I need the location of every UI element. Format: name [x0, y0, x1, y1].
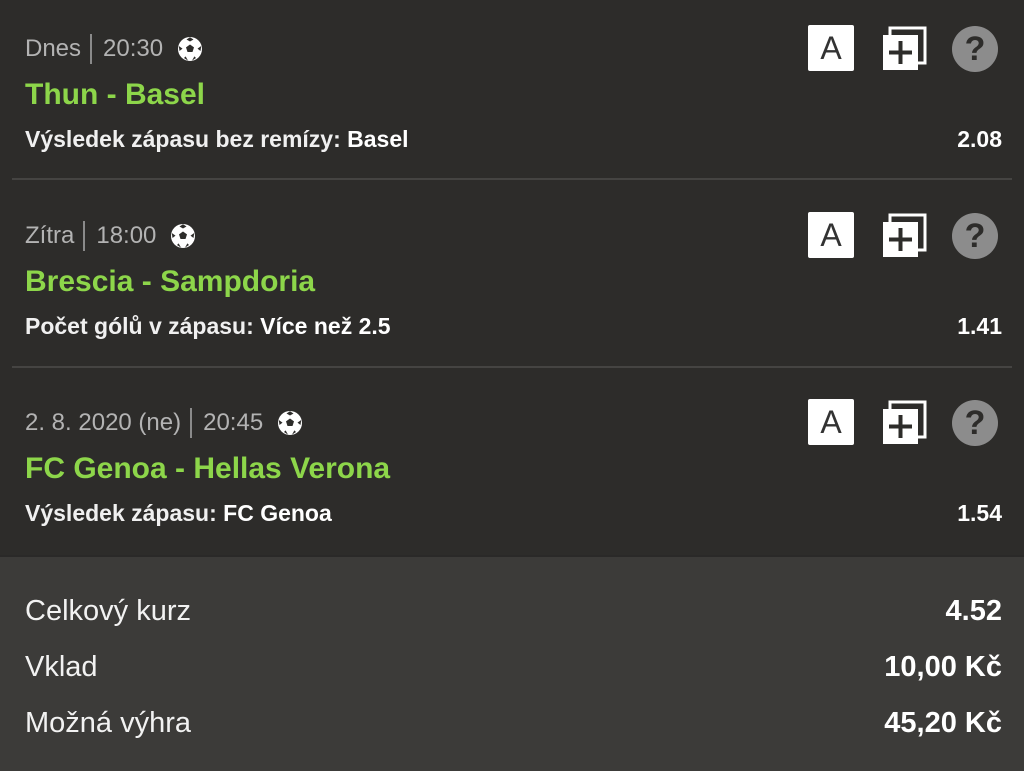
bet-market: Výsledek zápasu: FC Genoa [25, 500, 332, 527]
bet-actions: A ? [806, 399, 1002, 447]
bet-day: Dnes [25, 35, 82, 62]
bet-slip: Dnes 20:30 A ? Thun - Basel Výsledek záp… [0, 0, 1024, 771]
bet-time: 20:45 [203, 409, 264, 436]
help-icon[interactable]: ? [952, 26, 998, 72]
possible-win-label: Možná výhra [25, 707, 192, 739]
match-title[interactable]: FC Genoa - Hellas Verona [25, 452, 390, 486]
market-pick: FC Genoa [223, 500, 332, 526]
bet-item: Dnes 20:30 A ? Thun - Basel Výsledek záp… [0, 0, 1024, 187]
bet-odds: 1.54 [957, 500, 1002, 526]
soccer-ball-icon [278, 411, 303, 435]
a-icon-button[interactable]: A [808, 25, 854, 71]
a-icon-button[interactable]: A [808, 399, 854, 445]
market-label: Výsledek zápasu: [25, 500, 217, 526]
a-icon-button[interactable]: A [808, 212, 854, 258]
market-pick: Více než 2.5 [260, 313, 391, 339]
possible-win-value: 45,20 Kč [884, 707, 1002, 739]
bet-day: Zítra [25, 222, 75, 249]
divider [12, 178, 1012, 180]
divider [12, 366, 1012, 368]
soccer-ball-icon [178, 37, 203, 61]
market-pick: Basel [347, 126, 409, 152]
meta-separator [190, 408, 193, 438]
stake-value: 10,00 Kč [884, 651, 1002, 683]
possible-win-row: Možná výhra 45,20 Kč [25, 707, 1002, 747]
help-icon[interactable]: ? [952, 213, 998, 259]
stake-label: Vklad [25, 651, 98, 683]
copy-add-icon[interactable] [880, 212, 928, 260]
bet-market: Počet gólů v zápasu: Více než 2.5 [25, 313, 391, 340]
stake-row: Vklad 10,00 Kč [25, 651, 1002, 691]
bet-item: Zítra 18:00 A ? Brescia - Sampdoria Poče… [0, 187, 1024, 374]
bet-summary: Celkový kurz 4.52 Vklad 10,00 Kč Možná v… [0, 555, 1024, 771]
help-icon[interactable]: ? [952, 400, 998, 446]
bet-odds: 2.08 [957, 126, 1002, 152]
bet-actions: A ? [806, 25, 1002, 73]
bet-meta: Zítra 18:00 [25, 221, 196, 251]
meta-separator [83, 221, 86, 251]
total-odds-row: Celkový kurz 4.52 [25, 595, 1002, 635]
copy-add-icon[interactable] [880, 399, 928, 447]
bet-meta: Dnes 20:30 [25, 34, 203, 64]
bet-actions: A ? [806, 212, 1002, 260]
match-title[interactable]: Brescia - Sampdoria [25, 265, 315, 299]
bet-meta: 2. 8. 2020 (ne) 20:45 [25, 408, 303, 438]
bet-market: Výsledek zápasu bez remízy: Basel [25, 126, 409, 153]
bet-day: 2. 8. 2020 (ne) [25, 409, 182, 436]
match-title[interactable]: Thun - Basel [25, 78, 205, 112]
meta-separator [90, 34, 93, 64]
market-label: Výsledek zápasu bez remízy: [25, 126, 341, 152]
soccer-ball-icon [171, 224, 196, 248]
bet-item: 2. 8. 2020 (ne) 20:45 A ? FC Genoa - Hel… [0, 374, 1024, 561]
total-odds-value: 4.52 [945, 595, 1002, 627]
market-label: Počet gólů v zápasu: [25, 313, 254, 339]
total-odds-label: Celkový kurz [25, 595, 191, 627]
bet-list: Dnes 20:30 A ? Thun - Basel Výsledek záp… [0, 0, 1024, 555]
bet-odds: 1.41 [957, 313, 1002, 339]
bet-time: 20:30 [103, 35, 164, 62]
copy-add-icon[interactable] [880, 25, 928, 73]
bet-time: 18:00 [96, 222, 157, 249]
